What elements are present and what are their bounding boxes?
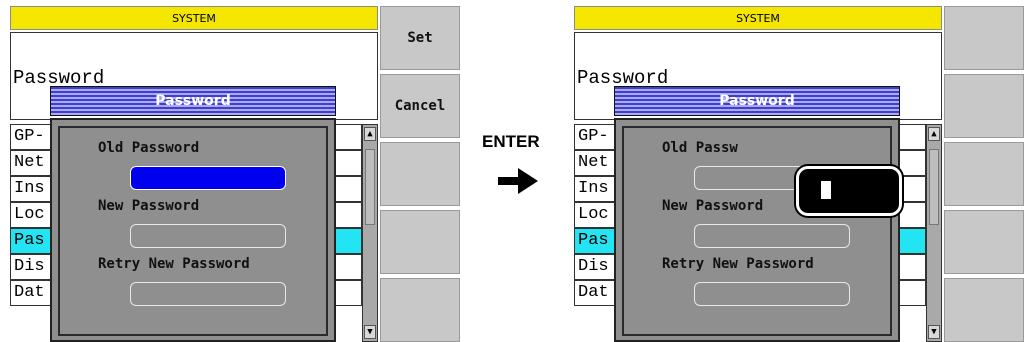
retry-password-field[interactable] <box>694 282 850 306</box>
new-password-label: New Password <box>98 198 200 214</box>
new-password-label: New Password <box>662 198 764 214</box>
retry-password-label: Retry New Password <box>662 256 814 272</box>
dialog-title: Password <box>50 86 336 116</box>
scroll-down-icon[interactable]: ▼ <box>928 325 940 339</box>
system-title-bar: SYSTEM <box>574 6 942 30</box>
scrollbar[interactable]: ▲ ▼ <box>926 124 942 342</box>
softkey-column <box>944 6 1024 342</box>
softkey-1[interactable] <box>944 6 1024 70</box>
system-title: SYSTEM <box>172 11 216 25</box>
softkey-2[interactable] <box>944 74 1024 138</box>
retry-password-label: Retry New Password <box>98 256 250 272</box>
scroll-up-icon[interactable]: ▲ <box>364 127 376 141</box>
scroll-up-icon[interactable]: ▲ <box>928 127 940 141</box>
softkey-3[interactable] <box>944 142 1024 206</box>
password-dialog: Password Old Passw New Password Retry Ne… <box>614 86 902 342</box>
scroll-thumb[interactable] <box>365 149 375 225</box>
enter-label: ENTER <box>482 132 540 151</box>
system-title: SYSTEM <box>736 11 780 25</box>
set-button[interactable]: Set <box>380 6 460 70</box>
new-password-field[interactable] <box>694 224 850 248</box>
cancel-button[interactable]: Cancel <box>380 74 460 138</box>
scroll-thumb[interactable] <box>929 149 939 225</box>
old-password-label: Old Passw <box>662 140 738 156</box>
old-password-field[interactable] <box>130 166 286 190</box>
new-password-field[interactable] <box>130 224 286 248</box>
softkey-5[interactable] <box>380 278 460 342</box>
softkey-4[interactable] <box>944 210 1024 274</box>
dialog-body: Old Passw New Password Retry New Passwor… <box>614 118 902 342</box>
text-cursor-icon <box>821 181 831 199</box>
softkey-column: Set Cancel <box>380 6 460 342</box>
retry-password-field[interactable] <box>130 282 286 306</box>
password-dialog: Password Old Password New Password Retry… <box>50 86 336 342</box>
dialog-inner: Old Password New Password Retry New Pass… <box>58 126 328 336</box>
old-password-label: Old Password <box>98 140 200 156</box>
softkey-5[interactable] <box>944 278 1024 342</box>
dialog-title: Password <box>614 86 900 116</box>
scroll-down-icon[interactable]: ▼ <box>364 325 376 339</box>
softkey-3[interactable] <box>380 142 460 206</box>
right-arrow-icon <box>498 168 538 194</box>
dialog-body: Old Password New Password Retry New Pass… <box>50 118 336 342</box>
screen-before: SYSTEM Password GP- Net Ins Loc Pas Dis … <box>10 0 460 342</box>
dialog-inner: Old Passw New Password Retry New Passwor… <box>622 126 892 336</box>
system-title-bar: SYSTEM <box>10 6 378 30</box>
softkey-4[interactable] <box>380 210 460 274</box>
password-entry-popup[interactable] <box>796 166 902 216</box>
scrollbar[interactable]: ▲ ▼ <box>362 124 378 342</box>
screen-after: SYSTEM Password GP- Net Ins Loc Pas Dis … <box>574 0 1024 342</box>
